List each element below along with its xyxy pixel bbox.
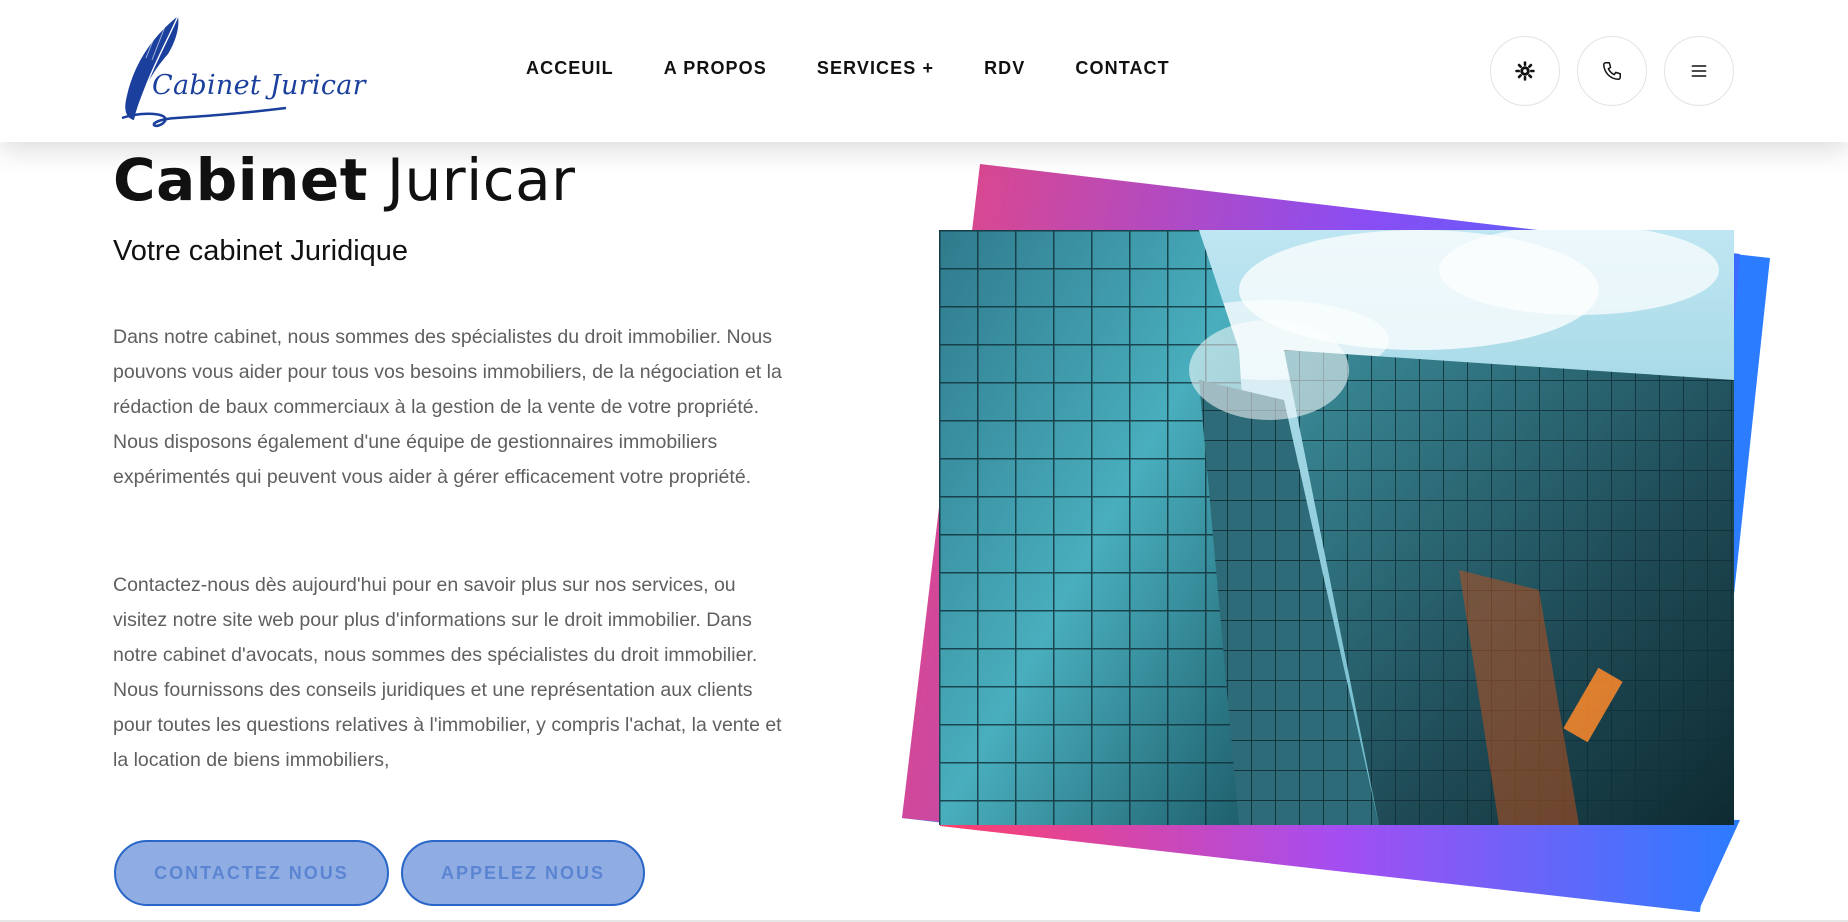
menu-icon: [1691, 65, 1707, 77]
nav-item-services[interactable]: SERVICES +: [817, 58, 934, 79]
contact-us-button[interactable]: CONTACTEZ NOUS: [114, 840, 389, 906]
hero-title: Cabinet Juricar: [113, 146, 576, 214]
main-nav: ACCEUIL A PROPOS SERVICES + RDV CONTACT: [526, 58, 1220, 79]
nav-item-a-propos[interactable]: A PROPOS: [664, 58, 767, 79]
hero-title-bold: Cabinet: [113, 146, 368, 214]
logo-text: Cabinet Juricar: [152, 70, 366, 101]
hero-paragraph-2: Contactez-nous dès aujourd'hui pour en s…: [113, 574, 782, 771]
call-us-button[interactable]: APPELEZ NOUS: [401, 840, 645, 906]
site-header: Cabinet Juricar ACCEUIL A PROPOS SERVICE…: [0, 0, 1848, 142]
hero-paragraph-1: Dans notre cabinet, nous sommes des spéc…: [113, 326, 782, 488]
nav-item-acceuil[interactable]: ACCEUIL: [526, 58, 614, 79]
logo[interactable]: Cabinet Juricar: [116, 14, 366, 132]
settings-icon: [1515, 61, 1535, 81]
hero-title-light: Juricar: [386, 146, 576, 214]
phone-icon: [1603, 62, 1621, 80]
settings-button[interactable]: [1490, 36, 1560, 106]
glass-skyscraper-photo: [939, 230, 1734, 825]
menu-button[interactable]: [1664, 36, 1734, 106]
hero-subtitle: Votre cabinet Juridique: [113, 235, 409, 267]
nav-item-rdv[interactable]: RDV: [984, 58, 1025, 79]
phone-button[interactable]: [1577, 36, 1647, 106]
nav-item-contact[interactable]: CONTACT: [1075, 58, 1169, 79]
